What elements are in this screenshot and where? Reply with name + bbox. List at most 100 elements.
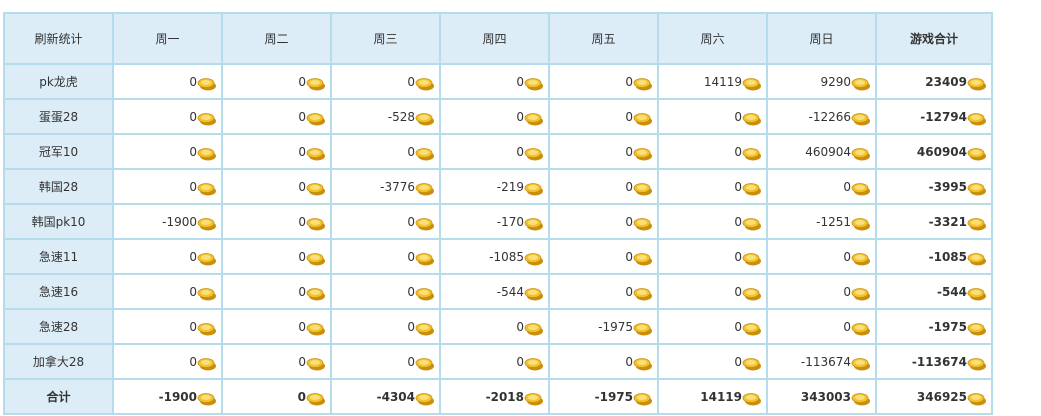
day-value-cell: 0 — [657, 203, 768, 240]
cell-value: -544 — [496, 284, 524, 299]
statistics-table: 刷新统计 周一 周二 周三 周四 周五 周六 周日 游戏合计 pk龙虎 0 0 0 0 0 14119 929… — [3, 12, 993, 415]
gold-coin-icon — [306, 78, 325, 91]
cell-value: 0 — [734, 214, 742, 229]
gold-coin-icon — [524, 218, 543, 231]
header-monday: 周一 — [112, 12, 223, 65]
gold-coin-icon — [306, 323, 325, 336]
day-value-cell: 0 — [439, 343, 550, 380]
cell-value: 0 — [189, 354, 197, 369]
table-row: 加拿大28 0 0 0 0 0 0 -113674 -113674 — [3, 343, 993, 380]
gold-coin-icon — [967, 358, 986, 371]
header-tuesday: 周二 — [221, 12, 332, 65]
summary-label: 合计 — [3, 378, 114, 415]
table-body: pk龙虎 0 0 0 0 0 14119 9290 23409 蛋蛋28 0 0 -528 0 0 0 -122… — [3, 63, 993, 415]
day-value-cell: 0 — [766, 273, 877, 310]
gold-coin-icon — [415, 253, 434, 266]
cell-value: -1085 — [489, 249, 524, 264]
cell-value: 460904 — [805, 144, 851, 159]
cell-value: 14119 — [703, 74, 742, 89]
cell-value: -1975 — [928, 319, 967, 334]
gold-coin-icon — [306, 113, 325, 126]
table-row: 急速11 0 0 0 -1085 0 0 0 -1085 — [3, 238, 993, 275]
table-row: pk龙虎 0 0 0 0 0 14119 9290 23409 — [3, 63, 993, 100]
day-value-cell: 0 — [657, 133, 768, 170]
gold-coin-icon — [967, 253, 986, 266]
cell-value: 0 — [298, 109, 306, 124]
day-value-cell: 0 — [657, 168, 768, 205]
gold-coin-icon — [742, 148, 761, 161]
gold-coin-icon — [306, 288, 325, 301]
cell-value: 9290 — [820, 74, 851, 89]
gold-coin-icon — [197, 323, 216, 336]
header-wednesday: 周三 — [330, 12, 441, 65]
cell-value: 0 — [625, 214, 633, 229]
cell-value: 0 — [189, 179, 197, 194]
gold-coin-icon — [415, 148, 434, 161]
cell-value: 0 — [189, 319, 197, 334]
cell-value: 0 — [734, 284, 742, 299]
gold-coin-icon — [197, 148, 216, 161]
game-total-cell: -1085 — [875, 238, 993, 275]
row-game-name: 急速16 — [3, 273, 114, 310]
gold-coin-icon — [524, 358, 543, 371]
day-value-cell: 0 — [112, 343, 223, 380]
day-value-cell: 0 — [221, 238, 332, 275]
table-row: 冠军10 0 0 0 0 0 0 460904 460904 — [3, 133, 993, 170]
gold-coin-icon — [524, 78, 543, 91]
gold-coin-icon — [851, 183, 870, 196]
day-value-cell: 0 — [330, 203, 441, 240]
cell-value: 0 — [407, 354, 415, 369]
cell-value: -12794 — [920, 109, 967, 124]
cell-value: 0 — [625, 249, 633, 264]
summary-row: 合计 -1900 0 -4304 -2018 -1975 14119 343003 346925 — [3, 378, 993, 415]
header-refresh-stats: 刷新统计 — [3, 12, 114, 65]
day-value-cell: 0 — [112, 308, 223, 345]
day-value-cell: 0 — [439, 98, 550, 135]
cell-value: 0 — [734, 109, 742, 124]
day-value-cell: 0 — [221, 343, 332, 380]
gold-coin-icon — [633, 148, 652, 161]
cell-value: -3321 — [928, 214, 967, 229]
day-value-cell: 0 — [221, 273, 332, 310]
cell-value: -1251 — [816, 214, 851, 229]
day-value-cell: 0 — [548, 273, 659, 310]
cell-value: 346925 — [916, 389, 967, 404]
cell-value: 0 — [298, 214, 306, 229]
day-value-cell: 0 — [330, 63, 441, 100]
day-value-cell: 0 — [221, 98, 332, 135]
summary-day-cell: 0 — [221, 378, 332, 415]
cell-value: -1900 — [162, 214, 197, 229]
header-friday: 周五 — [548, 12, 659, 65]
gold-coin-icon — [524, 253, 543, 266]
cell-value: 0 — [407, 249, 415, 264]
header-saturday: 周六 — [657, 12, 768, 65]
gold-coin-icon — [967, 113, 986, 126]
row-game-name: 韩国28 — [3, 168, 114, 205]
cell-value: 0 — [407, 74, 415, 89]
day-value-cell: 0 — [548, 168, 659, 205]
header-sunday: 周日 — [766, 12, 877, 65]
gold-coin-icon — [967, 393, 986, 406]
game-total-cell: -1975 — [875, 308, 993, 345]
gold-coin-icon — [742, 323, 761, 336]
day-value-cell: 0 — [548, 133, 659, 170]
cell-value: -113674 — [800, 354, 851, 369]
gold-coin-icon — [415, 358, 434, 371]
day-value-cell: 0 — [221, 133, 332, 170]
cell-value: 0 — [625, 284, 633, 299]
day-value-cell: 0 — [548, 98, 659, 135]
row-game-name: 韩国pk10 — [3, 203, 114, 240]
cell-value: 0 — [407, 284, 415, 299]
cell-value: -2018 — [485, 389, 524, 404]
cell-value: 0 — [298, 354, 306, 369]
cell-value: 0 — [407, 319, 415, 334]
cell-value: 0 — [625, 144, 633, 159]
game-total-cell: -3995 — [875, 168, 993, 205]
gold-coin-icon — [415, 323, 434, 336]
day-value-cell: 0 — [112, 133, 223, 170]
cell-value: 0 — [407, 214, 415, 229]
gold-coin-icon — [633, 253, 652, 266]
cell-value: 0 — [298, 284, 306, 299]
day-value-cell: 0 — [112, 168, 223, 205]
gold-coin-icon — [742, 393, 761, 406]
